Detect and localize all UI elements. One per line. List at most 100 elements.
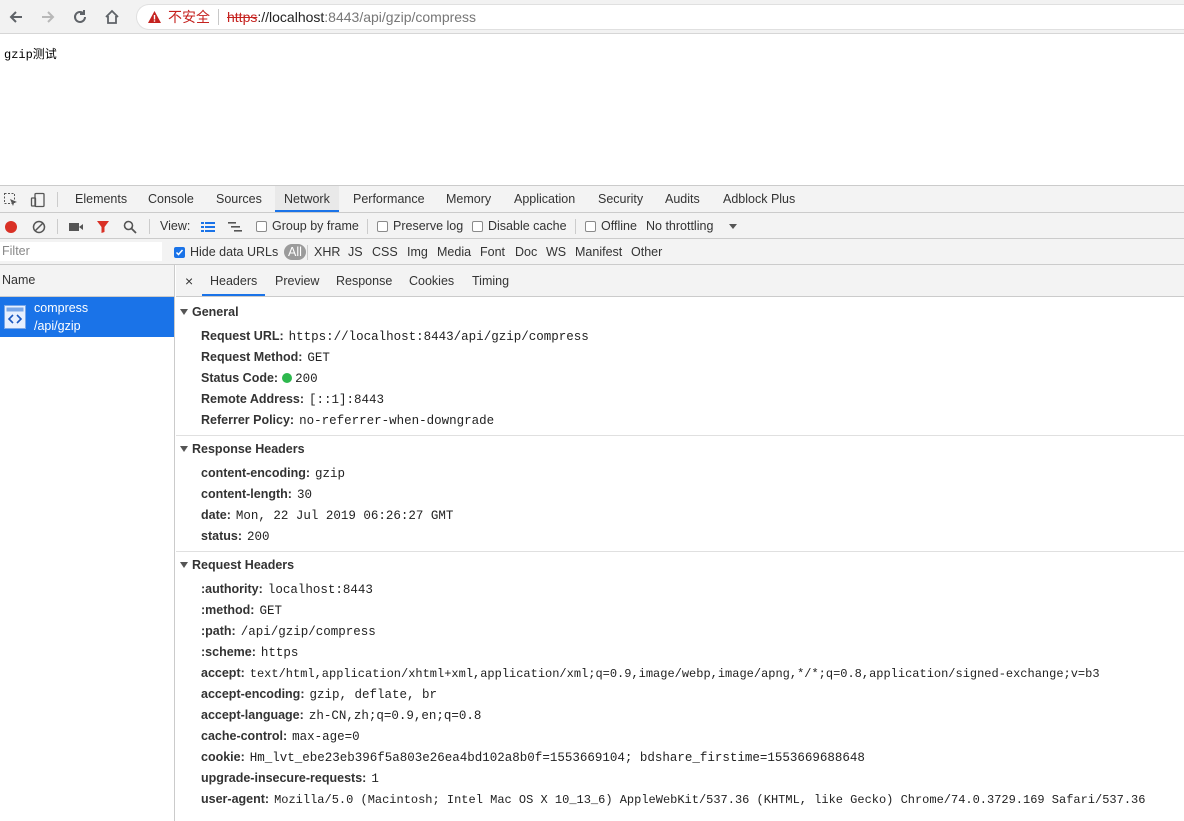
filter-type-font[interactable]: Font xyxy=(480,239,505,265)
group-by-frame-checkbox[interactable]: Group by frame xyxy=(256,213,359,239)
disable-cache-label: Disable cache xyxy=(488,219,567,233)
request-detail-panel: × Headers Preview Response Cookies Timin… xyxy=(176,265,1184,821)
header-row: :path: /api/gzip/compress xyxy=(201,624,376,639)
tab-audits[interactable]: Audits xyxy=(657,186,708,212)
tab-memory[interactable]: Memory xyxy=(438,186,499,212)
header-row: Request Method: GET xyxy=(201,350,330,365)
header-row: :scheme: https xyxy=(201,645,298,660)
header-value: 1 xyxy=(371,772,379,786)
filter-type-ws[interactable]: WS xyxy=(546,239,566,265)
name-column-header[interactable]: Name xyxy=(0,265,174,297)
large-rows-icon[interactable] xyxy=(199,219,217,234)
header-row: cache-control: max-age=0 xyxy=(201,729,360,744)
screenshot-camera-icon[interactable] xyxy=(67,219,84,234)
header-value: GET xyxy=(307,351,330,365)
header-key: cookie: xyxy=(201,750,245,764)
header-row: Request URL: https://localhost:8443/api/g… xyxy=(201,329,589,344)
header-value: zh-CN,zh;q=0.9,en;q=0.8 xyxy=(308,709,482,723)
insecure-label[interactable]: 不安全 xyxy=(168,7,210,27)
warning-icon[interactable] xyxy=(147,10,162,24)
preserve-log-checkbox[interactable]: Preserve log xyxy=(377,213,463,239)
device-toolbar-icon[interactable] xyxy=(29,191,47,209)
header-key: :scheme: xyxy=(201,645,256,659)
detail-tab-bar: × Headers Preview Response Cookies Timin… xyxy=(176,265,1184,297)
header-value: localhost:8443 xyxy=(267,583,373,597)
filter-type-img[interactable]: Img xyxy=(407,239,428,265)
home-icon xyxy=(105,9,119,24)
tab-console[interactable]: Console xyxy=(140,186,202,212)
header-key: accept: xyxy=(201,666,245,680)
checkbox-icon xyxy=(377,220,388,232)
header-row: accept-encoding: gzip, deflate, br xyxy=(201,687,437,702)
filter-type-media[interactable]: Media xyxy=(437,239,471,265)
disable-cache-checkbox[interactable]: Disable cache xyxy=(472,213,567,239)
header-value: https xyxy=(260,646,299,660)
hide-data-urls-label: Hide data URLs xyxy=(190,245,279,259)
filter-type-manifest[interactable]: Manifest xyxy=(575,239,622,265)
general-section-toggle[interactable]: General xyxy=(180,305,239,319)
checkbox-icon xyxy=(256,220,267,232)
request-row-compress[interactable]: compress /api/gzip xyxy=(0,297,174,337)
response-headers-section-toggle[interactable]: Response Headers xyxy=(180,442,305,456)
header-row: Referrer Policy: no-referrer-when-downgra… xyxy=(201,413,494,428)
waterfall-overview-icon[interactable] xyxy=(226,219,244,234)
detail-tab-preview[interactable]: Preview xyxy=(275,265,319,296)
header-value: [::1]:8443 xyxy=(309,393,385,407)
address-bar[interactable]: 不安全 https://localhost:8443/api/gzip/comp… xyxy=(136,4,1184,30)
header-key: Status Code: xyxy=(201,371,279,385)
header-row: accept-language: zh-CN,zh;q=0.9,en;q=0.8 xyxy=(201,708,481,723)
detail-tab-headers[interactable]: Headers xyxy=(202,265,266,296)
hide-data-urls-checkbox[interactable]: Hide data URLs xyxy=(174,239,278,265)
record-icon[interactable] xyxy=(3,219,18,234)
section-title: General xyxy=(192,305,239,319)
detail-tab-timing[interactable]: Timing xyxy=(472,265,509,296)
inspect-element-icon[interactable] xyxy=(2,191,20,209)
header-row: :method: GET xyxy=(201,603,282,618)
header-row: content-encoding: gzip xyxy=(201,466,345,481)
dropdown-arrow-icon xyxy=(729,223,738,229)
filter-bar: Filter Hide data URLs All XHR JS CSS Img… xyxy=(0,239,1184,265)
close-detail-button[interactable]: × xyxy=(185,265,193,296)
devtools-panel: Elements Console Sources Network Perform… xyxy=(0,185,1184,821)
section-title: Response Headers xyxy=(192,442,305,456)
filter-type-js[interactable]: JS xyxy=(348,239,363,265)
reload-button[interactable] xyxy=(68,5,92,29)
toolbar-separator xyxy=(575,219,576,234)
tab-security[interactable]: Security xyxy=(590,186,651,212)
throttling-value: No throttling xyxy=(646,219,714,233)
tab-performance[interactable]: Performance xyxy=(345,186,433,212)
filter-icon[interactable] xyxy=(95,219,111,234)
back-button[interactable] xyxy=(4,5,28,29)
header-key: date: xyxy=(201,508,231,522)
filter-type-all[interactable]: All xyxy=(284,244,306,260)
header-value: 200 xyxy=(246,530,270,544)
request-headers-section-toggle[interactable]: Request Headers xyxy=(180,558,294,572)
triangle-down-icon xyxy=(180,446,188,452)
clear-icon[interactable] xyxy=(31,219,46,234)
detail-tab-cookies[interactable]: Cookies xyxy=(409,265,454,296)
header-value: gzip xyxy=(315,467,346,481)
forward-button[interactable] xyxy=(36,5,60,29)
detail-tab-response[interactable]: Response xyxy=(336,265,392,296)
filter-type-xhr[interactable]: XHR xyxy=(314,239,340,265)
throttling-select[interactable]: No throttling xyxy=(646,213,738,239)
toolbar-separator xyxy=(57,219,58,234)
header-value: https://localhost:8443/api/gzip/compress xyxy=(288,330,589,344)
tab-network[interactable]: Network xyxy=(275,186,339,212)
home-button[interactable] xyxy=(100,5,124,29)
offline-checkbox[interactable]: Offline xyxy=(585,213,637,239)
toolbar-separator xyxy=(367,219,368,234)
filter-type-other[interactable]: Other xyxy=(631,239,662,265)
header-value: /api/gzip/compress xyxy=(240,625,376,639)
tab-elements[interactable]: Elements xyxy=(67,186,135,212)
page-body-text: gzip测试 xyxy=(4,48,57,62)
tab-application[interactable]: Application xyxy=(506,186,583,212)
filter-input[interactable]: Filter xyxy=(0,242,162,261)
header-key: :method: xyxy=(201,603,255,617)
tab-adblock-plus[interactable]: Adblock Plus xyxy=(715,186,803,212)
search-icon[interactable] xyxy=(122,219,138,234)
tab-sources[interactable]: Sources xyxy=(208,186,270,212)
filter-type-doc[interactable]: Doc xyxy=(515,239,537,265)
filter-type-css[interactable]: CSS xyxy=(372,239,398,265)
header-row: content-length: 30 xyxy=(201,487,312,502)
